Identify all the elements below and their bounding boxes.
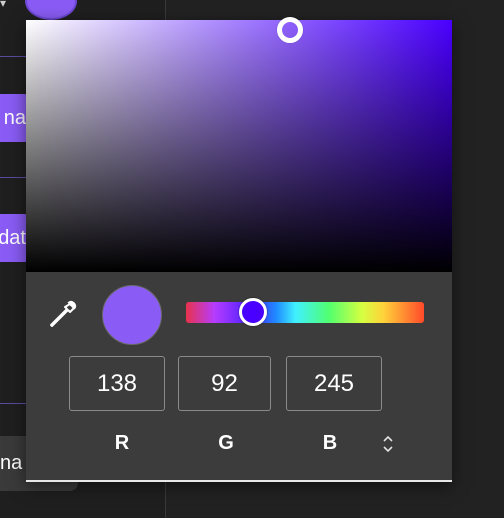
hue-slider-handle[interactable] (238, 298, 267, 326)
blue-label: B (322, 432, 338, 454)
red-label: R (114, 432, 130, 454)
chevron-down-icon: ▾ (0, 0, 7, 10)
red-input[interactable]: 138 (69, 356, 165, 411)
color-preview-swatch (102, 285, 162, 345)
eyedropper-icon[interactable] (48, 300, 78, 334)
saturation-value-area[interactable] (26, 17, 452, 272)
hue-slider[interactable] (186, 298, 424, 326)
green-label: G (218, 432, 234, 454)
blue-input[interactable]: 245 (286, 356, 382, 411)
color-picker-popover: 138 92 245 R G B (26, 17, 452, 482)
saturation-value-handle[interactable] (277, 17, 304, 44)
chevron-up-down-icon[interactable] (378, 432, 398, 456)
background-button-c-label: na (0, 452, 23, 474)
green-input[interactable]: 92 (178, 356, 271, 411)
background-color-swatch[interactable] (25, 0, 77, 20)
